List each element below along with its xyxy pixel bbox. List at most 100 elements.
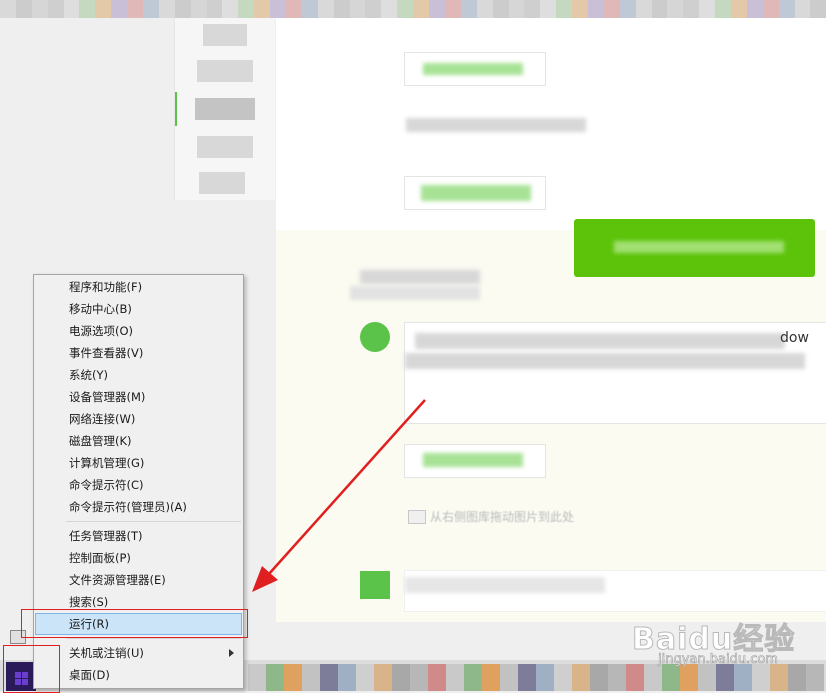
- blurred-pixel: [444, 0, 461, 18]
- menu-item-task-manager[interactable]: 任务管理器(T): [35, 525, 242, 547]
- watermark-url: jingyan.baidu.com: [658, 652, 779, 668]
- blurred-nav-item: [199, 172, 245, 194]
- menu-item-desktop[interactable]: 桌面(D): [35, 664, 242, 686]
- blurred-pixel: [699, 0, 716, 18]
- menu-item-system[interactable]: 系统(Y): [35, 364, 242, 386]
- blurred-pixel: [266, 664, 284, 691]
- blurred-pixel: [482, 664, 500, 691]
- blurred-pixel: [536, 664, 554, 691]
- blurred-pixel: [79, 0, 96, 18]
- blurred-label: [360, 270, 480, 284]
- menu-item-mobility-center[interactable]: 移动中心(B): [35, 298, 242, 320]
- blurred-pixel: [715, 0, 731, 18]
- blurred-textarea: [404, 570, 826, 612]
- blurred-pixel: [508, 0, 525, 18]
- blurred-pixel: [143, 0, 159, 18]
- blurred-pixel: [608, 664, 626, 691]
- menu-item-device-manager[interactable]: 设备管理器(M): [35, 386, 242, 408]
- blurred-pixel: [356, 664, 374, 691]
- menu-item-computer-management[interactable]: 计算机管理(G): [35, 452, 242, 474]
- blurred-pixel: [464, 664, 482, 691]
- blurred-pixel: [63, 0, 80, 18]
- blurred-pixel: [572, 664, 590, 691]
- blurred-pixel: [254, 0, 271, 18]
- blurred-pixel: [651, 0, 668, 18]
- menu-separator: [66, 521, 241, 522]
- blurred-pixel: [397, 0, 414, 18]
- blurred-pixel: [349, 0, 366, 18]
- menu-item-event-viewer[interactable]: 事件查看器(V): [35, 342, 242, 364]
- menu-item-programs-features[interactable]: 程序和功能(F): [35, 276, 242, 298]
- blurred-pixel: [248, 664, 266, 691]
- blurred-pixel: [518, 664, 536, 691]
- green-block: [360, 571, 390, 599]
- menu-item-control-panel[interactable]: 控制面板(P): [35, 547, 242, 569]
- blurred-pixel: [301, 0, 318, 18]
- blurred-pixel: [302, 664, 320, 691]
- green-action-button: [574, 219, 815, 277]
- blurred-pixel: [270, 0, 287, 18]
- blurred-pixel: [730, 0, 747, 18]
- drop-hint-text: 从右侧图库拖动图片到此处: [430, 510, 575, 524]
- menu-item-file-explorer[interactable]: 文件资源管理器(E): [35, 569, 242, 591]
- blurred-pixel: [338, 664, 356, 691]
- highlight-box-run: [21, 609, 248, 638]
- blurred-nav-item: [195, 98, 255, 120]
- blurred-pixel: [540, 0, 557, 18]
- blurred-button: [404, 176, 546, 210]
- blurred-top-bar: [0, 0, 826, 18]
- blurred-pixel: [810, 0, 826, 18]
- blurred-pixel: [320, 664, 338, 691]
- chevron-right-icon: [229, 649, 234, 657]
- blurred-pixel: [619, 0, 636, 18]
- blurred-pixel: [476, 0, 493, 18]
- left-nav-column: [174, 18, 275, 200]
- blurred-pixel: [410, 664, 428, 691]
- highlight-box-start: [3, 645, 60, 693]
- blurred-pixel: [778, 0, 795, 18]
- blurred-pixel: [47, 0, 64, 18]
- blurred-pixel: [572, 0, 588, 18]
- blurred-pixel: [284, 664, 302, 691]
- blurred-textarea: [404, 322, 826, 424]
- blurred-pixel: [413, 0, 430, 18]
- menu-item-disk-management[interactable]: 磁盘管理(K): [35, 430, 242, 452]
- blurred-pixel: [111, 0, 128, 18]
- blurred-pixel: [794, 0, 811, 18]
- blurred-pixel: [95, 0, 112, 18]
- blurred-pixel: [762, 0, 779, 18]
- blurred-pixel: [222, 0, 239, 18]
- blurred-text: [406, 118, 586, 132]
- avatar: [360, 322, 390, 352]
- content-panel-upper: [276, 18, 826, 230]
- blurred-pixel: [206, 0, 223, 18]
- blurred-pixel: [556, 0, 573, 18]
- blurred-pixel: [15, 0, 32, 18]
- blurred-pixel: [31, 0, 48, 18]
- blurred-pixel: [374, 664, 392, 691]
- blurred-nav-item: [197, 60, 253, 82]
- blurred-pixel: [158, 0, 175, 18]
- blurred-pixel: [524, 0, 541, 18]
- menu-item-shutdown-signout[interactable]: 关机或注销(U): [35, 642, 242, 664]
- image-icon: [408, 510, 426, 524]
- blurred-pixel: [333, 0, 350, 18]
- blurred-label: [350, 286, 480, 300]
- menu-separator: [66, 638, 241, 639]
- menu-item-command-prompt[interactable]: 命令提示符(C): [35, 474, 242, 496]
- blurred-pixel: [317, 0, 334, 18]
- blurred-pixel: [603, 0, 620, 18]
- blurred-button: [404, 52, 546, 86]
- blurred-nav-item: [197, 136, 253, 158]
- menu-item-network-connections[interactable]: 网络连接(W): [35, 408, 242, 430]
- blurred-pixel: [746, 0, 763, 18]
- blurred-pixel: [0, 0, 16, 18]
- blurred-pixel: [428, 664, 446, 691]
- blurred-pixel: [492, 0, 509, 18]
- blurred-pixel: [587, 0, 604, 18]
- blurred-pixel: [392, 664, 410, 691]
- menu-item-command-prompt-admin[interactable]: 命令提示符(管理员)(A): [35, 496, 242, 518]
- menu-item-power-options[interactable]: 电源选项(O): [35, 320, 242, 342]
- blurred-pixel: [174, 0, 191, 18]
- blurred-pixel: [667, 0, 684, 18]
